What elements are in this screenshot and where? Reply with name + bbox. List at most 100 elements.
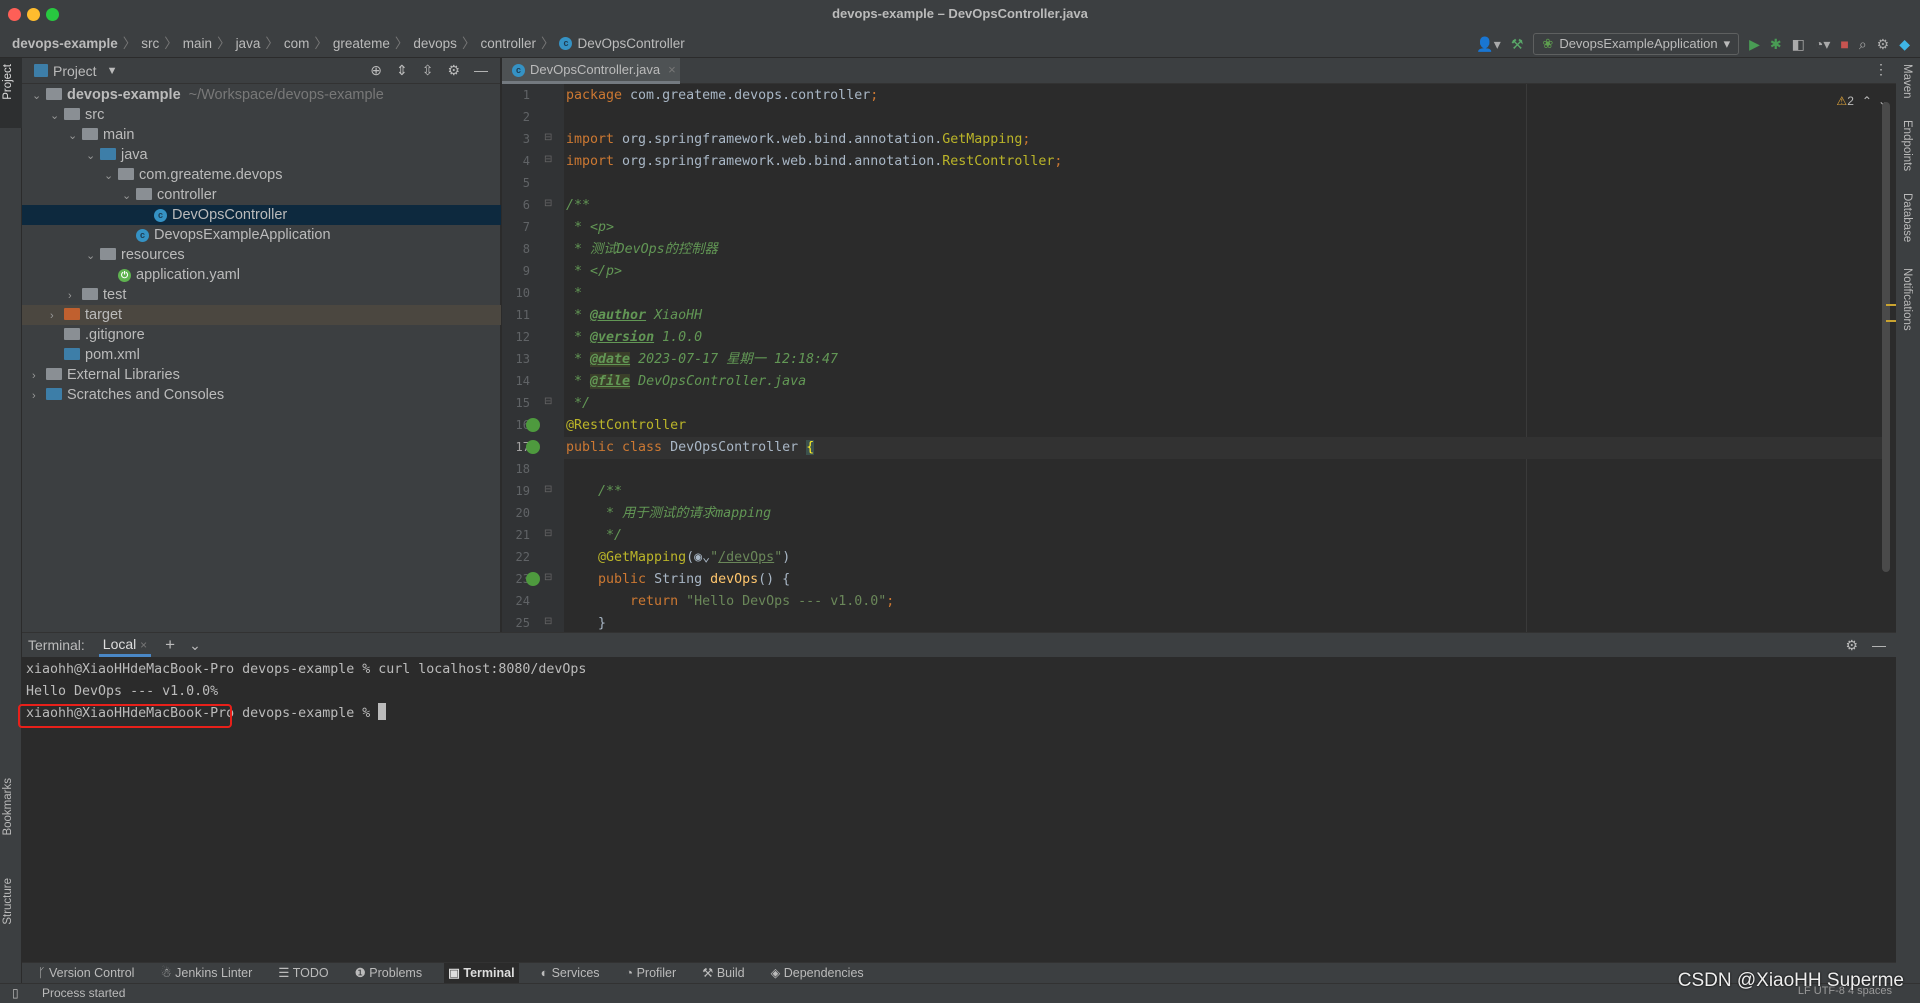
chevron-down-icon[interactable]: ⌄ (50, 106, 64, 126)
toolbox-icon[interactable]: ◆ (1899, 36, 1910, 53)
chevron-down-icon[interactable]: ⌄ (32, 86, 46, 106)
tool-tab-problems[interactable]: ❶ Problems (351, 963, 426, 984)
breadcrumb-item[interactable]: main (183, 31, 212, 57)
tree-item[interactable]: › target (22, 305, 501, 325)
gear-icon[interactable]: ⚙ (1877, 36, 1890, 53)
maximize-window-button[interactable] (46, 8, 59, 21)
tool-button-maven[interactable]: Maven (1901, 64, 1913, 99)
panel-toggle-icon[interactable]: ▯ (12, 984, 19, 1003)
chevron-right-icon[interactable]: › (32, 386, 46, 406)
close-window-button[interactable] (8, 8, 21, 21)
code-line: * </p> (566, 261, 622, 283)
breadcrumb-item[interactable]: java (236, 31, 261, 57)
tree-item-label: DevopsExampleApplication (154, 227, 331, 243)
run-icon[interactable]: ▶ (1749, 36, 1760, 53)
breadcrumb-item[interactable]: devops (413, 31, 457, 57)
tree-item[interactable]: ⌄ controller (22, 185, 501, 205)
tool-tab-dependencies[interactable]: ◈ Dependencies (767, 963, 868, 984)
collapse-all-icon[interactable]: ⇳ (422, 62, 434, 79)
list-icon: ☰ (278, 965, 293, 980)
tree-item[interactable]: pom.xml (22, 345, 501, 365)
breadcrumb-item[interactable]: com (284, 31, 310, 57)
terminal-output[interactable]: xiaohh@XiaoHHdeMacBook-Pro devops-exampl… (18, 657, 1896, 963)
tree-item[interactable]: › External Libraries (22, 365, 501, 385)
chevron-down-icon[interactable]: ▼ (107, 65, 118, 77)
project-tool-button[interactable]: Project (2, 64, 14, 100)
package-icon (118, 168, 134, 180)
tool-button-notifications[interactable]: Notifications (1901, 268, 1913, 331)
search-icon[interactable]: ⌕ (1859, 36, 1867, 53)
hide-icon[interactable]: — (474, 62, 488, 79)
tool-tab-jenkins-linter[interactable]: ☃ Jenkins Linter (156, 963, 256, 984)
tool-tab-version-control[interactable]: ᚴ Version Control (34, 963, 138, 984)
close-tab-icon[interactable]: × (140, 638, 147, 652)
code-token: package (566, 88, 631, 103)
problems-icon: ❶ (354, 965, 370, 980)
bookmarks-tool-button[interactable]: Bookmarks (2, 778, 14, 836)
code-token: public class (566, 440, 671, 455)
structure-tool-button[interactable]: Structure (2, 878, 14, 925)
tool-tab-profiler[interactable]: ◔ Profiler (622, 963, 681, 984)
stop-icon[interactable]: ■ (1840, 36, 1848, 52)
more-options-icon[interactable]: ⋮ (1874, 61, 1888, 78)
terminal-panel: Terminal: Local × + ⌄ ⚙ — xiaohh@XiaoHHd… (18, 632, 1896, 963)
tool-button-endpoints[interactable]: Endpoints (1901, 120, 1913, 171)
tree-item[interactable]: ⏻ application.yaml (22, 265, 501, 285)
run-configuration-select[interactable]: ❀ DevopsExampleApplication ▾ (1533, 33, 1740, 55)
debug-icon[interactable]: ✱ (1770, 36, 1782, 53)
gear-icon[interactable]: ⚙ (1845, 637, 1858, 654)
tree-item[interactable]: ⌄ java (22, 145, 501, 165)
minimize-window-button[interactable] (27, 8, 40, 21)
chevron-down-icon[interactable]: ⌄ (68, 126, 82, 146)
tree-item-label: target (85, 307, 123, 323)
code-token: * 测试DevOps的控制器 (566, 242, 718, 257)
tool-tab-todo[interactable]: ☰ TODO (274, 963, 332, 984)
new-terminal-icon[interactable]: + (165, 635, 175, 655)
chevron-right-icon[interactable]: › (68, 286, 82, 306)
tree-item[interactable]: ⌄ src (22, 105, 501, 125)
breadcrumb-item[interactable]: devops-example (12, 31, 118, 57)
tree-item[interactable]: ⌄ main (22, 125, 501, 145)
tree-item[interactable]: ⌄ resources (22, 245, 501, 265)
locate-icon[interactable]: ⊕ (370, 62, 382, 79)
project-panel-title[interactable]: Project (53, 63, 97, 79)
code-token: * <p> (566, 220, 615, 235)
breadcrumb-item[interactable]: greateme (333, 31, 390, 57)
tool-tab-build[interactable]: ⚒ Build (698, 963, 748, 984)
breadcrumb-item[interactable]: src (141, 31, 159, 57)
chevron-down-icon[interactable]: ⌄ (122, 186, 136, 206)
tree-item[interactable]: › Scratches and Consoles (22, 385, 501, 405)
chevron-down-icon[interactable]: ⌄ (86, 146, 100, 166)
tool-tab-services[interactable]: ◐ Services (537, 963, 604, 984)
tree-item[interactable]: ⌄ com.greateme.devops (22, 165, 501, 185)
profile-icon[interactable]: ◔▾ (1815, 36, 1830, 53)
breadcrumb-item[interactable]: controller (480, 31, 536, 57)
hide-icon[interactable]: — (1872, 637, 1886, 654)
tree-item[interactable]: c DevopsExampleApplication (22, 225, 501, 245)
code-area[interactable]: package com.greateme.devops.controller; i… (502, 84, 1896, 632)
chevron-right-icon[interactable]: › (50, 306, 64, 326)
expand-all-icon[interactable]: ⇕ (396, 62, 408, 79)
tool-tab-terminal[interactable]: ▣ Terminal (444, 962, 519, 984)
editor-scrollbar[interactable] (1882, 102, 1890, 572)
tab-devopscontroller[interactable]: c DevOpsController.java × (502, 58, 680, 84)
inspection-widget[interactable]: ⚠2 ⌃ ⌄ (1836, 94, 1888, 108)
tree-item[interactable]: c DevOpsController (22, 205, 501, 225)
terminal-tab-local[interactable]: Local × (98, 633, 152, 657)
tree-item[interactable]: ⌄ devops-example ~/Workspace/devops-exampl… (22, 85, 501, 105)
account-icon[interactable]: 👤▾ (1476, 36, 1500, 53)
chevron-down-icon[interactable]: ⌄ (189, 637, 201, 654)
chevron-down-icon[interactable]: ⌄ (104, 166, 118, 186)
coverage-icon[interactable]: ◧ (1792, 36, 1805, 53)
close-tab-icon[interactable]: × (668, 62, 676, 77)
tree-item-label: application.yaml (136, 267, 240, 283)
breadcrumb-item[interactable]: DevOpsController (577, 31, 684, 57)
chevron-right-icon[interactable]: › (32, 366, 46, 386)
tool-button-database[interactable]: Database (1901, 193, 1913, 242)
prev-highlight-icon[interactable]: ⌃ (1862, 94, 1872, 108)
chevron-down-icon[interactable]: ⌄ (86, 246, 100, 266)
tree-item[interactable]: › test (22, 285, 501, 305)
build-hammer-icon[interactable]: ⚒ (1511, 36, 1524, 53)
tree-item[interactable]: .gitignore (22, 325, 501, 345)
gear-icon[interactable]: ⚙ (447, 62, 460, 79)
